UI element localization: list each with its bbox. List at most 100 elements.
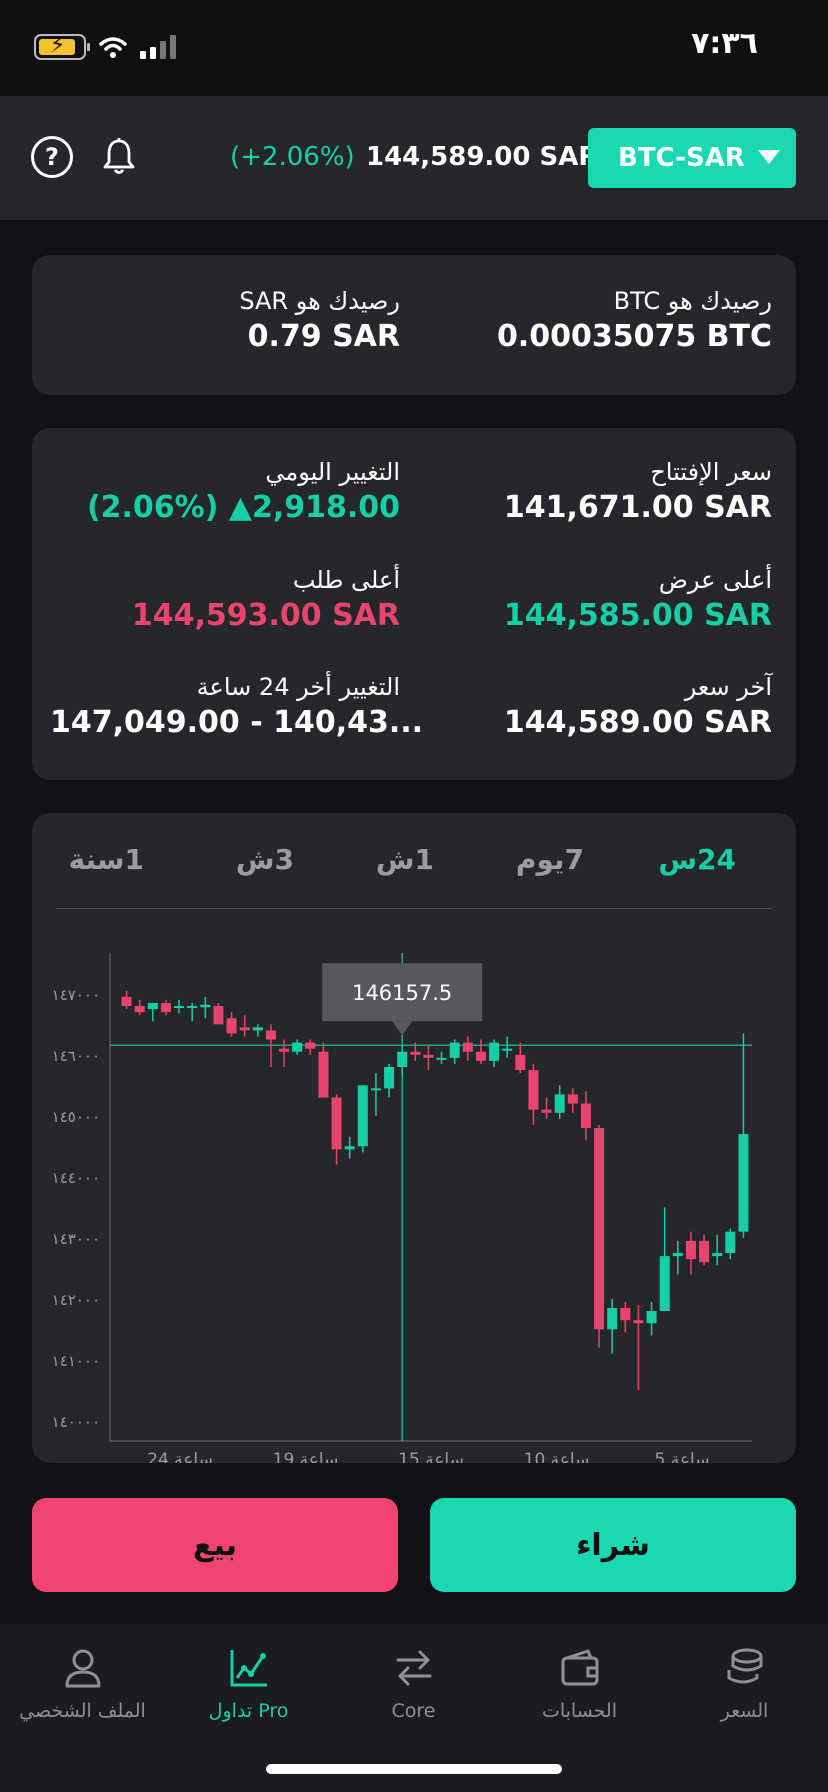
candle-body bbox=[699, 1240, 710, 1263]
highest-bid-value: 144,585.00 SAR bbox=[503, 598, 772, 633]
candle-body bbox=[384, 1067, 395, 1089]
candle-body bbox=[121, 996, 132, 1006]
candle-body bbox=[515, 1054, 526, 1071]
candle-body bbox=[633, 1320, 644, 1324]
daily-change-label: التغيير اليومي bbox=[265, 458, 400, 486]
y-tick-label: ١٤٤٠٠٠ bbox=[52, 1169, 100, 1187]
candle-body bbox=[620, 1307, 631, 1321]
candle-body bbox=[462, 1042, 473, 1052]
last-price-label: آخر سعر bbox=[684, 673, 772, 701]
market-stats-card: سعر الإفتتاح 141,671.00 SAR التغيير اليو… bbox=[32, 428, 796, 780]
pair-label: BTC-SAR bbox=[618, 143, 745, 173]
highest-ask-value: 144,593.00 SAR bbox=[131, 598, 400, 633]
daily-change: التغيير اليومي (2.06%) ▲2,918.00 bbox=[50, 458, 400, 525]
candle-body bbox=[528, 1070, 539, 1110]
highest-bid: أعلى عرض 144,585.00 SAR bbox=[432, 566, 772, 633]
pair-selector[interactable]: BTC-SAR bbox=[588, 128, 796, 188]
nav-item-price[interactable]: السعر bbox=[662, 1646, 827, 1722]
candle-body bbox=[344, 1146, 355, 1150]
btc-balance-value: 0.00035075 BTC bbox=[496, 319, 772, 354]
candle-body bbox=[554, 1094, 565, 1113]
candle-body bbox=[738, 1134, 749, 1232]
candle-body bbox=[646, 1311, 657, 1324]
bell-icon[interactable] bbox=[98, 136, 140, 178]
candle-body bbox=[475, 1051, 486, 1061]
status-time: ٧:٣٦ bbox=[691, 26, 758, 61]
sar-balance-label: رصيدك هو SAR bbox=[239, 287, 400, 315]
highest-bid-label: أعلى عرض bbox=[658, 566, 772, 594]
candle-body bbox=[331, 1097, 342, 1150]
home-indicator bbox=[266, 1764, 562, 1774]
candle-body bbox=[580, 1103, 591, 1128]
coins-stack-icon bbox=[727, 1648, 762, 1684]
candle-body bbox=[305, 1042, 316, 1049]
sell-button[interactable]: بيع bbox=[32, 1498, 398, 1592]
candle-body bbox=[357, 1085, 368, 1147]
nav-item-core[interactable]: Core bbox=[331, 1646, 496, 1722]
nav-item-trade-pro[interactable]: تداول Pro bbox=[166, 1646, 331, 1722]
open-price-label: سعر الإفتتاح bbox=[650, 458, 772, 486]
y-tick-label: ١٤١٠٠٠ bbox=[52, 1352, 100, 1370]
candle-body bbox=[725, 1231, 736, 1254]
trade-chart-icon bbox=[230, 1650, 267, 1687]
candle-body bbox=[318, 1051, 329, 1098]
nav-label-accounts: الحسابات bbox=[541, 1700, 618, 1722]
candle-body bbox=[226, 1018, 237, 1034]
candle-body bbox=[239, 1027, 250, 1031]
candlestick-chart[interactable]: ١٤٧٠٠٠ ١٤٦٠٠٠ ١٤٥٠٠٠ ١٤٤٠٠٠ ١٤٣٠٠٠ ١٤٢٠٠٠ ١٤١٠… bbox=[32, 813, 796, 1463]
nav-item-accounts[interactable]: الحسابات bbox=[497, 1646, 662, 1722]
daily-change-value: (2.06%) ▲2,918.00 bbox=[86, 490, 400, 525]
buy-button[interactable]: شراء bbox=[430, 1498, 796, 1592]
y-tick-label: ١٤٢٠٠٠ bbox=[52, 1291, 100, 1309]
candle-body bbox=[672, 1253, 683, 1257]
open-price-value: 141,671.00 SAR bbox=[503, 490, 772, 525]
open-price: سعر الإفتتاح 141,671.00 SAR bbox=[432, 458, 772, 525]
balances-card: رصيدك هو BTC 0.00035075 BTC رصيدك هو SAR… bbox=[32, 255, 796, 395]
last-price-value: 144,589.00 SAR bbox=[503, 705, 772, 740]
caret-down-icon bbox=[758, 150, 780, 164]
swap-arrows-icon bbox=[396, 1650, 431, 1686]
candle-body bbox=[712, 1253, 723, 1257]
change-24h: التغيير أخر 24 ساعة 147,049.00 - 140,43.… bbox=[50, 673, 423, 740]
candle-body bbox=[449, 1042, 460, 1058]
wifi-icon bbox=[99, 37, 127, 58]
user-icon bbox=[65, 1649, 100, 1688]
candle-body bbox=[265, 1030, 276, 1040]
candle-body bbox=[436, 1057, 447, 1060]
change-24h-label: التغيير أخر 24 ساعة bbox=[196, 673, 400, 701]
battery-icon: ⚡ bbox=[34, 33, 90, 60]
candle-body bbox=[160, 1002, 171, 1013]
last-price: آخر سعر 144,589.00 SAR bbox=[432, 673, 772, 740]
candle-body bbox=[147, 1002, 158, 1010]
price-change-percent: (+2.06%) bbox=[230, 142, 355, 172]
btc-balance: رصيدك هو BTC 0.00035075 BTC bbox=[432, 287, 772, 354]
nav-item-profile[interactable]: الملف الشخصي bbox=[0, 1646, 165, 1722]
highest-ask: أعلى طلب 144,593.00 SAR bbox=[50, 566, 400, 633]
status-icons: ⚡ bbox=[34, 33, 176, 60]
candle-body bbox=[279, 1048, 290, 1052]
nav-label-price: السعر bbox=[720, 1700, 769, 1722]
candle-body bbox=[594, 1128, 605, 1330]
candle-body bbox=[134, 1006, 145, 1013]
nav-label-trade-pro: تداول Pro bbox=[208, 1700, 289, 1722]
price-chart-card: 24س 7يوم 1ش 3ش 1سنة ١٤٧٠٠٠ ١٤٦٠٠٠ ١٤٥٠٠٠ ١٤… bbox=[32, 813, 796, 1463]
status-bar: ⚡ ٧:٣٦ bbox=[0, 0, 828, 96]
cellular-signal-icon bbox=[140, 35, 176, 59]
candle-body bbox=[200, 1004, 211, 1008]
x-tick-label: 10 ساعة bbox=[524, 1450, 590, 1463]
candle-body bbox=[567, 1094, 578, 1104]
btc-balance-label: رصيدك هو BTC bbox=[613, 287, 772, 315]
candle-body bbox=[370, 1088, 381, 1091]
y-tick-label: ١٤٥٠٠٠ bbox=[52, 1108, 100, 1126]
candle-body bbox=[685, 1240, 696, 1260]
x-tick-label: 24 ساعة bbox=[147, 1450, 213, 1463]
current-price: 144,589.00 SAR bbox=[366, 142, 599, 172]
candle-body bbox=[423, 1054, 434, 1058]
candle-body bbox=[174, 1006, 185, 1008]
highest-ask-label: أعلى طلب bbox=[292, 566, 400, 594]
candle-body bbox=[213, 1006, 224, 1025]
candle-body bbox=[541, 1109, 552, 1113]
candle-body bbox=[292, 1042, 303, 1052]
help-icon[interactable]: ? bbox=[31, 136, 73, 178]
y-tick-label: ١٤٣٠٠٠ bbox=[52, 1230, 100, 1248]
